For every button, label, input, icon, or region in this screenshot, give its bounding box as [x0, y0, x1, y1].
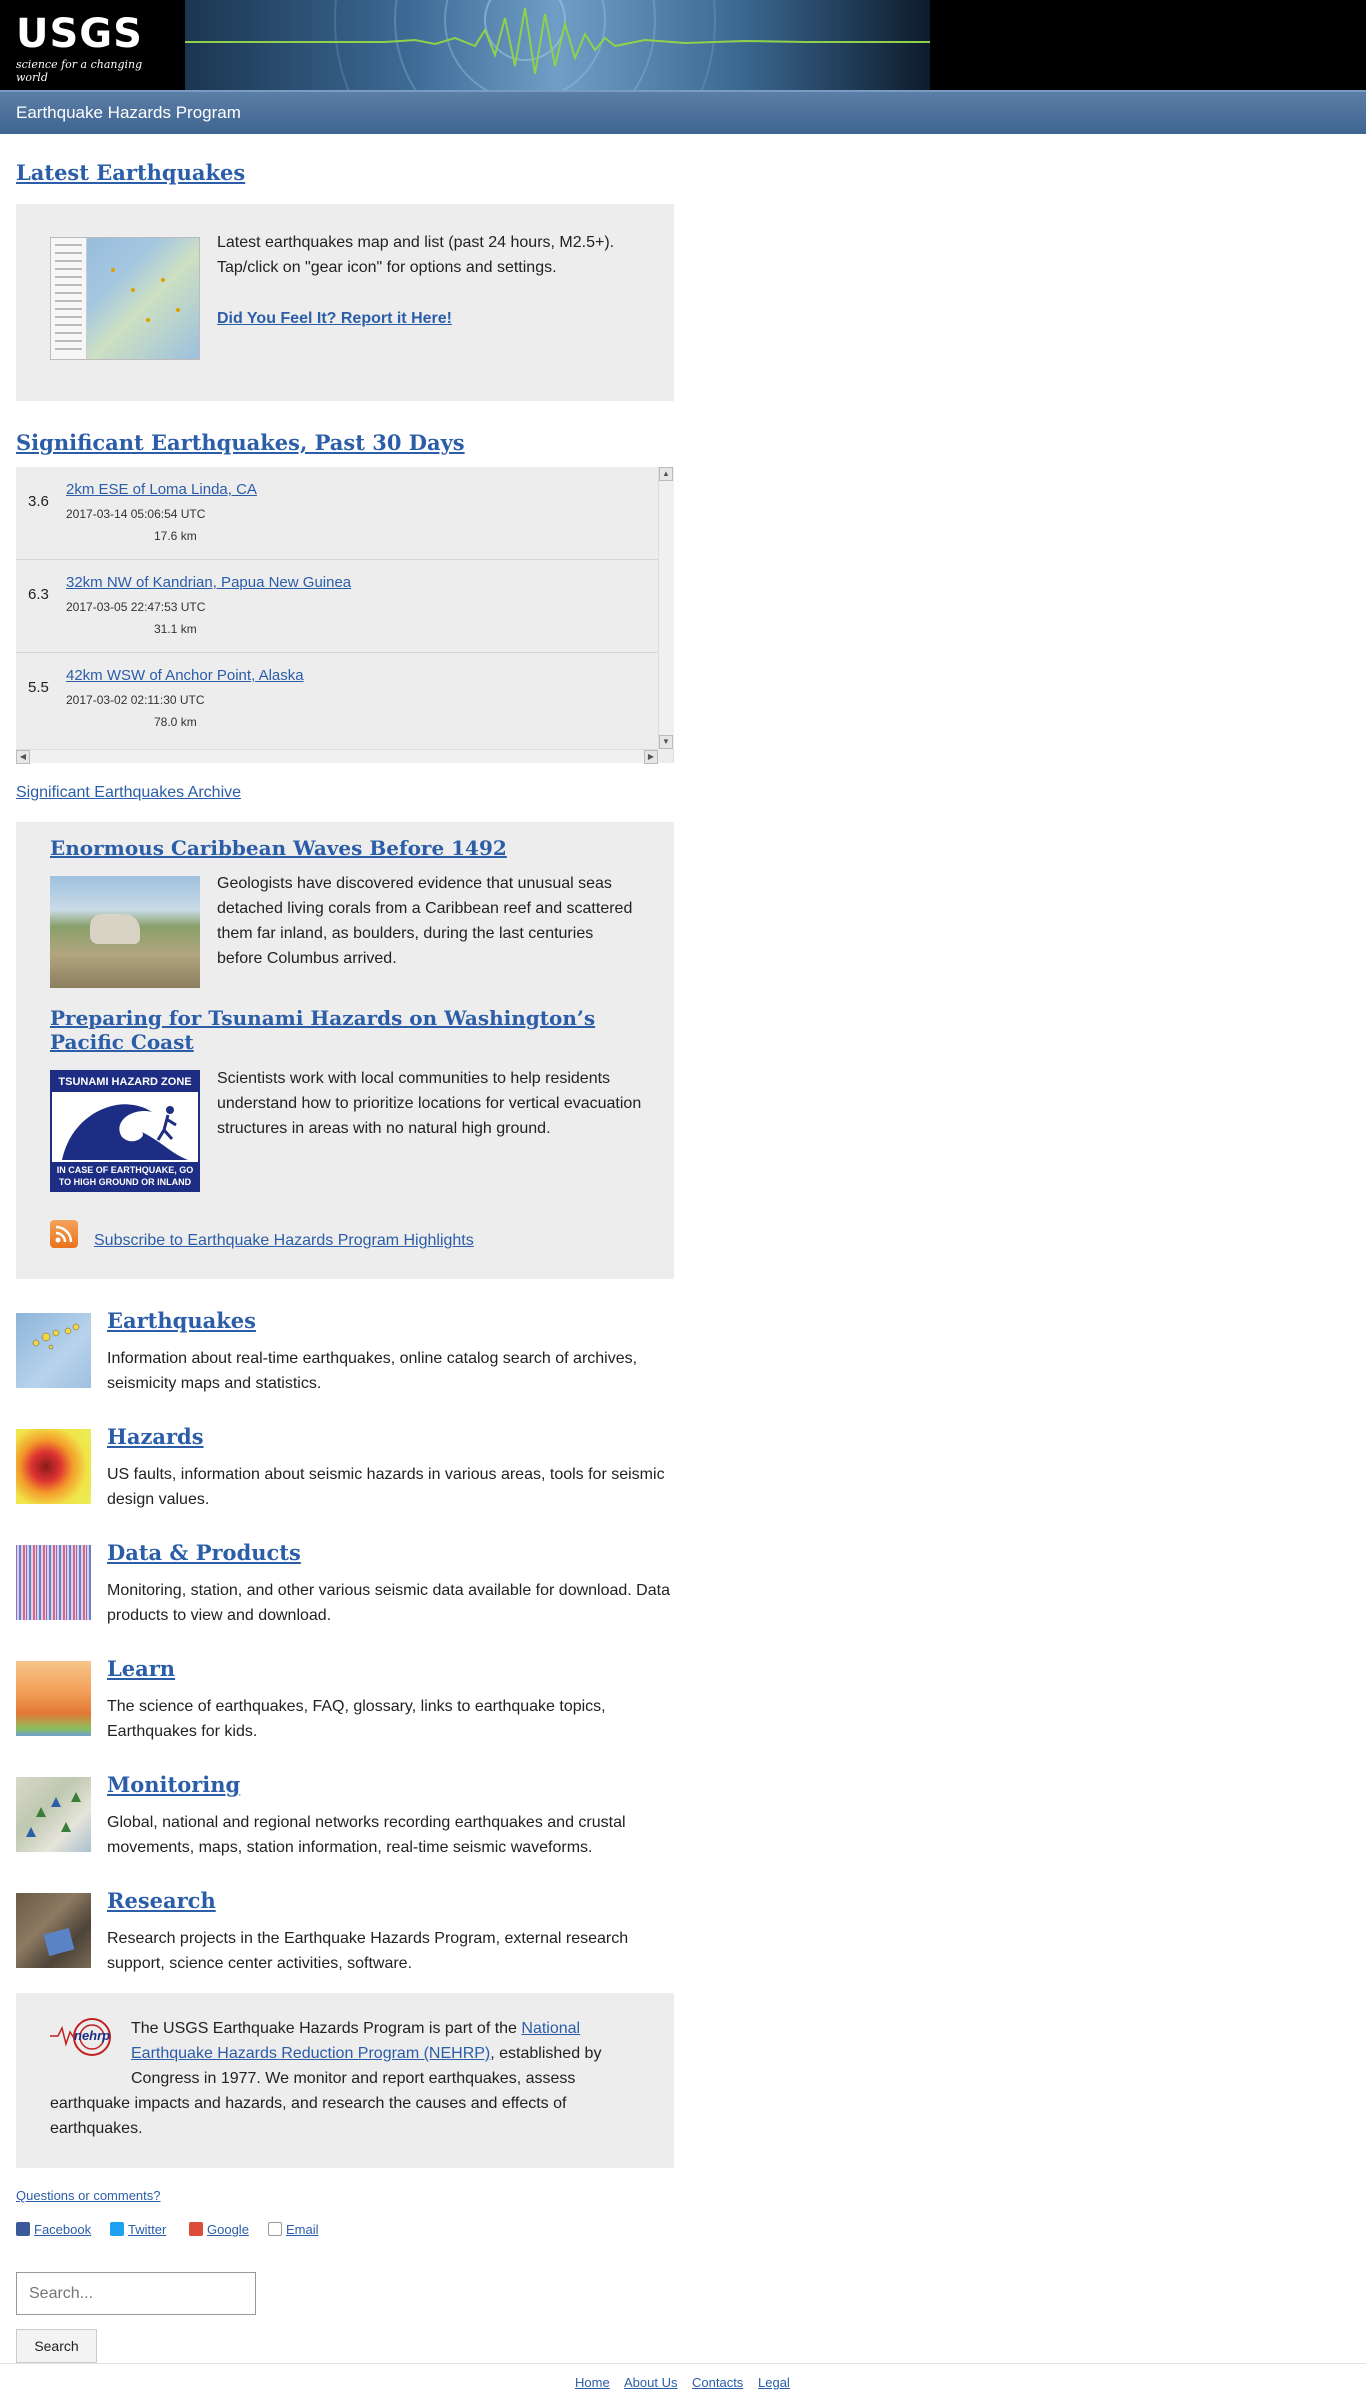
google-icon — [189, 2222, 203, 2236]
earthquake-location-link[interactable]: 2km ESE of Loma Linda, CA — [66, 481, 257, 498]
latest-earthquakes-heading[interactable]: Latest Earthquakes — [16, 160, 245, 185]
monitoring-link[interactable]: Monitoring — [107, 1772, 240, 1797]
sign-footer: IN CASE OF EARTHQUAKE, GO TO HIGH GROUND… — [52, 1162, 198, 1190]
significant-earthquakes-heading[interactable]: Significant Earthquakes, Past 30 Days — [16, 430, 465, 455]
significant-archive-link[interactable]: Significant Earthquakes Archive — [16, 780, 241, 805]
research-photo-icon[interactable] — [16, 1893, 91, 1968]
sign-heading: TSUNAMI HAZARD ZONE — [52, 1072, 198, 1092]
data-products-link[interactable]: Data & Products — [107, 1540, 301, 1565]
questions-link[interactable]: Questions or comments? — [16, 2188, 161, 2203]
footer-divider — [0, 2363, 1366, 2364]
earthquake-location-link[interactable]: 32km NW of Kandrian, Papua New Guinea — [66, 574, 351, 591]
hazards-map-icon[interactable] — [16, 1429, 91, 1504]
program-title-bar: Earthquake Hazards Program — [0, 90, 1366, 134]
email-icon — [268, 2222, 282, 2236]
scroll-up-icon[interactable]: ▲ — [659, 467, 673, 481]
footer-legal-link[interactable]: Legal — [758, 2375, 790, 2390]
tsunami-wave-icon — [62, 1104, 188, 1160]
twitter-label: Twitter — [128, 2222, 167, 2237]
list-item[interactable]: 3.6 2km ESE of Loma Linda, CA 2017-03-14… — [16, 467, 658, 560]
program-title[interactable]: Earthquake Hazards Program — [16, 103, 241, 123]
twitter-link[interactable]: Twitter — [110, 2222, 166, 2237]
caribbean-boulder-photo[interactable] — [50, 876, 200, 988]
feature-text-caribbean: Geologists have discovered evidence that… — [217, 875, 633, 967]
nehrp-text-before: The USGS Earthquake Hazards Program is p… — [131, 2020, 522, 2037]
latest-earthquakes-description: Latest earthquakes map and list (past 24… — [217, 234, 615, 276]
seismogram-banner — [185, 0, 930, 90]
learn-description: The science of earthquakes, FAQ, glossar… — [107, 1698, 606, 1740]
google-label: Google — [207, 2222, 249, 2237]
feature-title-tsunami[interactable]: Preparing for Tsunami Hazards on Washing… — [50, 1006, 650, 1054]
learn-earth-layers-icon[interactable] — [16, 1661, 91, 1736]
email-label: Email — [286, 2222, 319, 2237]
logo-mark: USGS — [16, 11, 143, 57]
search-input[interactable] — [16, 2272, 256, 2315]
usgs-logo[interactable]: USGS science for a changing world — [16, 11, 176, 84]
facebook-link[interactable]: Facebook — [16, 2222, 91, 2237]
research-link[interactable]: Research — [107, 1888, 216, 1913]
earthquake-depth: 31.1 km — [154, 622, 197, 636]
earthquake-time: 2017-03-02 02:11:30 UTC — [66, 693, 205, 707]
scroll-left-icon[interactable]: ◀ — [16, 750, 30, 764]
nehrp-description: The USGS Earthquake Hazards Program is p… — [50, 2016, 630, 2141]
significant-earthquakes-list[interactable]: 3.6 2km ESE of Loma Linda, CA 2017-03-14… — [16, 467, 674, 764]
map-list-pane — [51, 238, 87, 359]
magnitude: 3.6 — [28, 493, 49, 510]
footer-home-link[interactable]: Home — [575, 2375, 610, 2390]
earthquake-location-link[interactable]: 42km WSW of Anchor Point, Alaska — [66, 667, 304, 684]
scroll-down-icon[interactable]: ▼ — [659, 735, 673, 749]
hazards-link[interactable]: Hazards — [107, 1424, 204, 1449]
search-button[interactable]: Search — [16, 2329, 97, 2363]
horizontal-scrollbar[interactable]: ◀ ▶ — [16, 749, 658, 764]
hazards-description: US faults, information about seismic haz… — [107, 1466, 665, 1508]
data-products-waveform-icon[interactable] — [16, 1545, 91, 1620]
learn-link[interactable]: Learn — [107, 1656, 175, 1681]
magnitude: 5.5 — [28, 679, 49, 696]
feature-title-caribbean[interactable]: Enormous Caribbean Waves Before 1492 — [50, 836, 650, 860]
seismogram-graphic — [185, 0, 930, 90]
earthquakes-link[interactable]: Earthquakes — [107, 1308, 256, 1333]
subscribe-highlights-link[interactable]: Subscribe to Earthquake Hazards Program … — [94, 1228, 474, 1253]
earthquakes-description: Information about real-time earthquakes,… — [107, 1350, 638, 1392]
tsunami-hazard-sign[interactable]: TSUNAMI HAZARD ZONE IN CASE OF EARTHQUAK… — [50, 1070, 200, 1192]
data-products-description: Monitoring, station, and other various s… — [107, 1582, 670, 1624]
email-link[interactable]: Email — [268, 2222, 319, 2237]
twitter-icon — [110, 2222, 124, 2236]
facebook-label: Facebook — [34, 2222, 92, 2237]
rss-icon[interactable] — [50, 1220, 78, 1248]
list-item[interactable]: 5.5 42km WSW of Anchor Point, Alaska 201… — [16, 653, 658, 746]
earthquakes-map-icon[interactable] — [16, 1313, 91, 1388]
feature-text-tsunami: Scientists work with local communities t… — [217, 1070, 642, 1137]
footer-contacts-link[interactable]: Contacts — [692, 2375, 743, 2390]
latest-earthquakes-map-thumbnail[interactable] — [50, 237, 200, 360]
earthquake-time: 2017-03-14 05:06:54 UTC — [66, 507, 206, 521]
google-link[interactable]: Google — [189, 2222, 249, 2237]
monitoring-description: Global, national and regional networks r… — [107, 1814, 626, 1856]
magnitude: 6.3 — [28, 586, 49, 603]
scroll-right-icon[interactable]: ▶ — [644, 750, 658, 764]
site-header: USGS science for a changing world — [0, 0, 1366, 90]
did-you-feel-it-link[interactable]: Did You Feel It? Report it Here! — [217, 306, 452, 331]
earthquake-time: 2017-03-05 22:47:53 UTC — [66, 600, 206, 614]
facebook-icon — [16, 2222, 30, 2236]
earthquake-depth: 78.0 km — [154, 715, 197, 729]
vertical-scrollbar[interactable]: ▲ ▼ — [658, 467, 674, 749]
list-item[interactable]: 6.3 32km NW of Kandrian, Papua New Guine… — [16, 560, 658, 653]
footer-about-link[interactable]: About Us — [624, 2375, 677, 2390]
research-description: Research projects in the Earthquake Haza… — [107, 1930, 629, 1972]
logo-tagline: science for a changing world — [16, 58, 143, 84]
monitoring-stations-map-icon[interactable] — [16, 1777, 91, 1852]
earthquake-depth: 17.6 km — [154, 529, 197, 543]
